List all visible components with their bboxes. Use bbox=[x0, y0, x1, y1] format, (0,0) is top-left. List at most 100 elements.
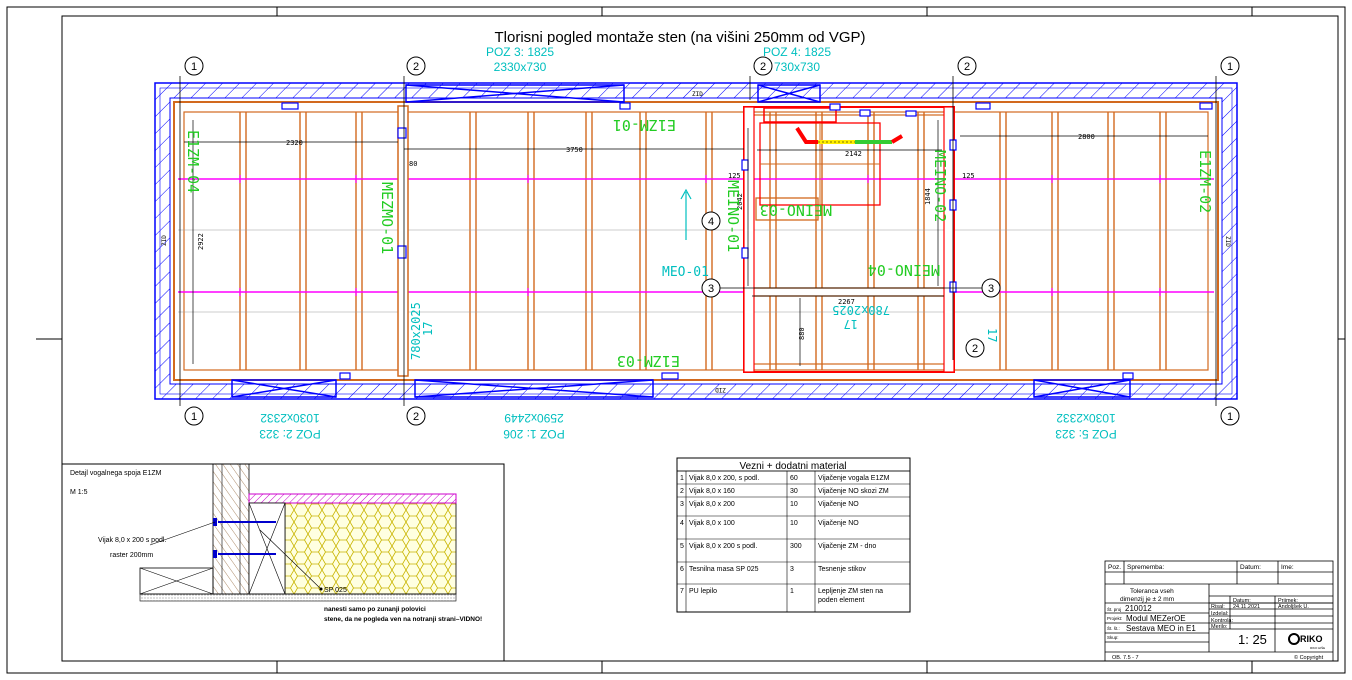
position-label-poz1: POZ 1: 206 bbox=[503, 427, 565, 441]
blue-fixture bbox=[619, 102, 631, 110]
tb-label-skup: Skup: bbox=[1107, 635, 1119, 640]
blue-fixture bbox=[1122, 372, 1134, 380]
blue-fixture bbox=[661, 372, 679, 380]
wall-label-meino-04: MEINO-04 bbox=[868, 261, 940, 279]
material-row-qty: 10 bbox=[790, 520, 798, 527]
tb-label-st: Št. proj bbox=[1107, 606, 1121, 612]
material-row-qty: 1 bbox=[790, 588, 794, 595]
dimension-2320: 2320 bbox=[286, 139, 303, 147]
opening-label-2-size: 780x2025 bbox=[832, 303, 890, 317]
material-row-number: 4 bbox=[680, 520, 684, 527]
tb-label-izdelal: Izdelal: bbox=[1211, 611, 1229, 617]
position-label-poz4: POZ 4: 1825 bbox=[763, 45, 831, 59]
tb-header-datum: Datum: bbox=[1240, 564, 1261, 571]
dimension-3750: 3750 bbox=[566, 146, 583, 154]
position-size-poz4: 730x730 bbox=[774, 60, 820, 74]
blue-fixture bbox=[339, 372, 351, 380]
dimension-125-left: 125 bbox=[728, 172, 741, 180]
grid-label: 2 bbox=[760, 61, 766, 73]
material-row-use: Vijačenje NO bbox=[818, 501, 859, 508]
grid-label: 1 bbox=[1227, 411, 1233, 423]
wall-label-e1zm-01: E1ZM-01 bbox=[613, 116, 676, 134]
zid-tag-top: ZID bbox=[692, 91, 703, 98]
material-row-number: 1 bbox=[680, 475, 684, 482]
grid-label: 1 bbox=[1227, 61, 1233, 73]
grid-label: 2 bbox=[964, 61, 970, 73]
material-row-use: Tesnenje stikov bbox=[818, 566, 866, 573]
material-row-use: Vijačenje vogala E1ZM bbox=[818, 475, 890, 482]
tb-tolerance-2: dimenzij je ± 2 mm bbox=[1120, 596, 1174, 603]
material-row-use: Lepljenje ZM sten na bbox=[818, 588, 883, 595]
tb-header-poz: Poz. bbox=[1108, 564, 1121, 571]
corner-joint-detail bbox=[139, 463, 457, 602]
material-row-use: Vijačenje ZM - dno bbox=[818, 543, 876, 550]
material-row-item: Vijak 8,0 x 200 s podl. bbox=[689, 543, 757, 550]
wall-label-meino-01: MEINO-01 bbox=[724, 180, 742, 252]
dimension-2800: 2800 bbox=[1078, 133, 1095, 141]
dimension-1844: 1844 bbox=[924, 188, 932, 205]
floor-plan-drawing: Tlorisni pogled montaže sten (na višini … bbox=[6, 6, 1346, 674]
material-row-item: Vijak 8,0 x 160 bbox=[689, 488, 735, 495]
dimension-2922: 2922 bbox=[197, 233, 205, 250]
tb-scale-value: 1: 25 bbox=[1238, 632, 1267, 647]
zid-tag-bottom: ZID bbox=[715, 386, 726, 393]
wall-label-e1zm-04: E1ZM-04 bbox=[184, 130, 202, 193]
wall-label-mezmo-01: MEZMO-01 bbox=[378, 182, 396, 254]
material-row-item: Vijak 8,0 x 200, s podl. bbox=[689, 475, 759, 482]
drawing-title: Tlorisni pogled montaže sten (na višini … bbox=[494, 29, 865, 46]
material-row-qty: 3 bbox=[790, 566, 794, 573]
position-size-poz3: 2330x730 bbox=[494, 60, 547, 74]
position-label-poz3: POZ 3: 1825 bbox=[486, 45, 554, 59]
room-label-meo-01: MEO-01 bbox=[662, 265, 709, 280]
tb-label-merilo: Merilo: bbox=[1211, 624, 1228, 630]
tb-header-sprememba: Sprememba: bbox=[1127, 564, 1164, 571]
tb-tolerance-1: Toleranca vseh bbox=[1130, 588, 1174, 595]
position-label-poz5: POZ 5: 323 bbox=[1055, 427, 1117, 441]
material-row-item: Vijak 8,0 x 100 bbox=[689, 520, 735, 527]
material-table: Vezni + dodatni material 1 Vijak 8,0 x 20… bbox=[676, 457, 911, 613]
tb-value-priimek: Andoljšek U. bbox=[1278, 604, 1309, 610]
grid-label: 3 bbox=[988, 283, 994, 295]
blue-fixture bbox=[397, 245, 407, 259]
grid-label: 2 bbox=[413, 61, 419, 73]
material-row-use: Vijačenje NO skozi ZM bbox=[818, 488, 889, 495]
material-row-item: Vijak 8,0 x 200 bbox=[689, 501, 735, 508]
wall-label-e1zm-03: E1ZM-03 bbox=[617, 352, 680, 370]
wall-label-meino-02: MEINO-02 bbox=[931, 150, 949, 222]
material-row-use-cont: poden element bbox=[818, 597, 864, 604]
blue-fixture bbox=[975, 102, 991, 110]
detail-screw-note: Vijak 8,0 x 200 s podl. bbox=[98, 537, 166, 544]
zid-tag-left: ZID bbox=[161, 235, 168, 246]
riko-logo-sub: RIKO HIŠE bbox=[1310, 645, 1325, 650]
opening-label-1-count: 17 bbox=[421, 322, 435, 336]
grid-label: 1 bbox=[191, 61, 197, 73]
tb-value-projekt: Modul MEZerOE bbox=[1126, 614, 1186, 623]
blue-fixture bbox=[1199, 102, 1213, 110]
riko-logo: RIKO RIKO HIŠE bbox=[1288, 633, 1325, 650]
grid-label: 4 bbox=[708, 216, 714, 228]
tb-label-sst: Št. št.: bbox=[1107, 625, 1120, 631]
material-row-item: Tesnilna masa SP 025 bbox=[689, 566, 759, 573]
detail-scale: M 1:5 bbox=[70, 489, 88, 496]
material-row-number: 2 bbox=[680, 488, 684, 495]
dimension-2142: 2142 bbox=[845, 150, 862, 158]
tb-header-ime: Ime: bbox=[1281, 564, 1294, 571]
position-size-poz1: 2590x2449 bbox=[504, 411, 564, 425]
material-row-qty: 60 bbox=[790, 475, 798, 482]
material-row-qty: 30 bbox=[790, 488, 798, 495]
position-size-poz2: 1030x2332 bbox=[260, 411, 320, 425]
material-row-item: PU lepilo bbox=[689, 588, 717, 595]
material-row-number: 5 bbox=[680, 543, 684, 550]
grid-label: 2 bbox=[413, 411, 419, 423]
dimension-80: 80 bbox=[409, 160, 417, 168]
tb-copyright: © Copyright bbox=[1294, 654, 1324, 661]
wall-label-e1zm-02: E1ZM-02 bbox=[1196, 150, 1214, 213]
material-row-qty: 300 bbox=[790, 543, 802, 550]
tb-value-sst: Sestava MEO in E1 bbox=[1126, 624, 1196, 633]
opening-label-1-size: 780x2025 bbox=[409, 302, 423, 360]
material-row-number: 7 bbox=[680, 588, 684, 595]
grid-label: 2 bbox=[972, 343, 978, 355]
material-row-qty: 10 bbox=[790, 501, 798, 508]
blue-fixture bbox=[859, 109, 871, 117]
grid-label: 3 bbox=[708, 283, 714, 295]
